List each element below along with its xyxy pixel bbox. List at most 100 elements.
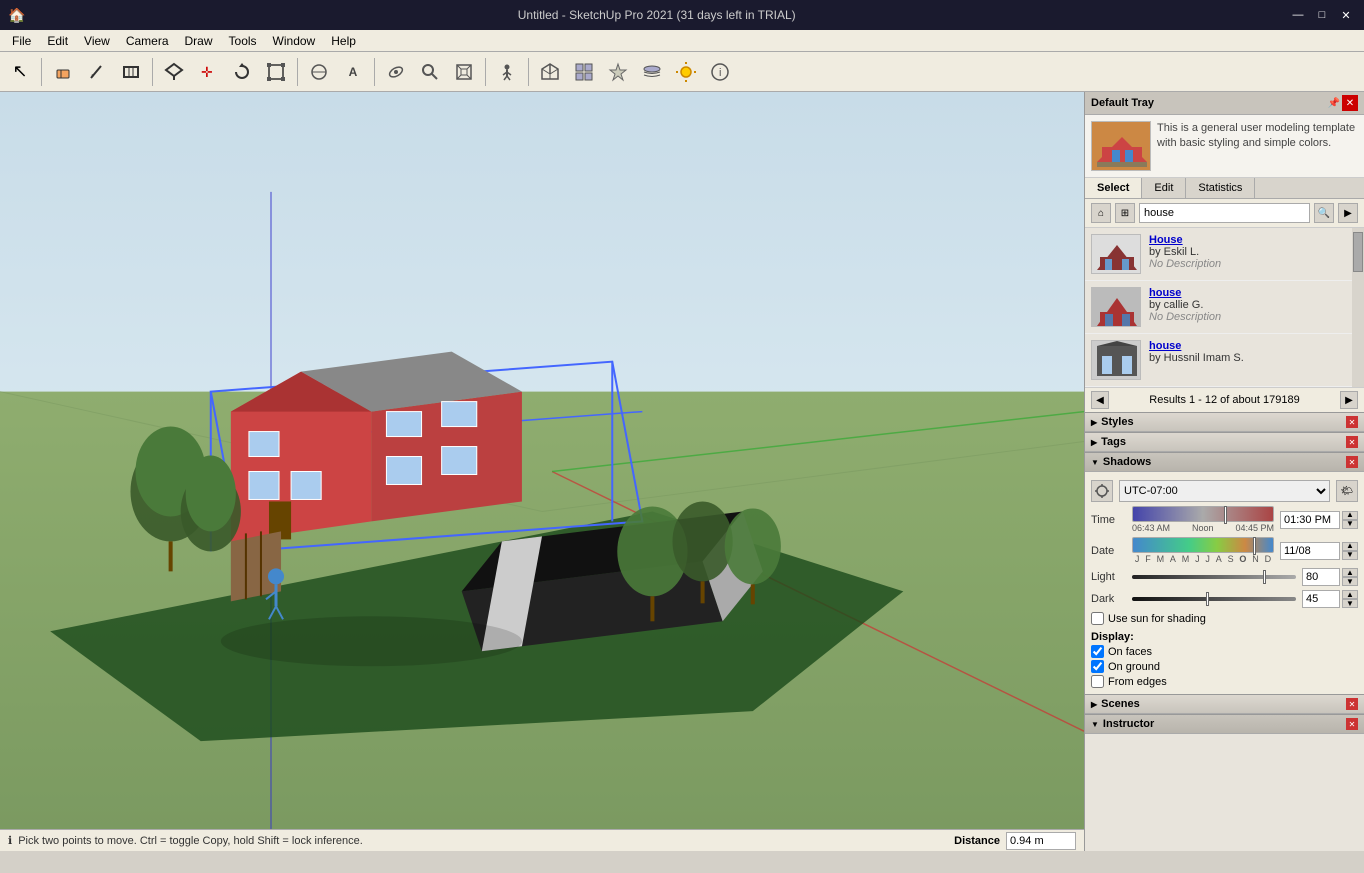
pin-button[interactable]: 📌 (1328, 95, 1340, 111)
light-input[interactable] (1302, 568, 1340, 586)
tool-select[interactable]: ↖ (4, 56, 36, 88)
scenes-header[interactable]: ▶ Scenes ✕ (1085, 695, 1364, 714)
menu-camera[interactable]: Camera (118, 32, 177, 50)
menu-tools[interactable]: Tools (221, 32, 265, 50)
date-slider-container: JFMAMJJASOND (1132, 537, 1274, 564)
date-slider[interactable] (1132, 537, 1274, 553)
light-slider-container (1132, 569, 1296, 585)
instructor-label: Instructor (1103, 718, 1154, 730)
distance-input[interactable] (1006, 832, 1076, 850)
tool-shadow[interactable] (670, 56, 702, 88)
tool-pushpull[interactable] (158, 56, 190, 88)
component-list-container: House by Eskil L. No Description (1085, 228, 1364, 387)
tool-scale[interactable] (260, 56, 292, 88)
date-input[interactable] (1280, 542, 1340, 560)
list-item[interactable]: House by Eskil L. No Description (1085, 228, 1352, 281)
scenes-close-button[interactable]: ✕ (1346, 698, 1358, 710)
menu-view[interactable]: View (76, 32, 118, 50)
light-up-button[interactable]: ▲ (1342, 568, 1358, 577)
close-button[interactable]: ✕ (1336, 5, 1356, 25)
list-scrollbar[interactable] (1352, 228, 1364, 387)
tool-pencil[interactable] (81, 56, 113, 88)
tool-text[interactable]: A (337, 56, 369, 88)
home-icon-button[interactable]: ⌂ (1091, 203, 1111, 223)
time-input[interactable] (1280, 511, 1340, 529)
instructor-arrow: ▼ (1091, 720, 1099, 729)
details-button[interactable]: ▶ (1338, 203, 1358, 223)
tool-layers[interactable] (636, 56, 668, 88)
item-name-3: house (1149, 340, 1244, 352)
tab-select[interactable]: Select (1085, 178, 1142, 198)
next-button[interactable]: ▶ (1340, 391, 1358, 409)
component-thumbnail (1091, 121, 1151, 171)
tool-entity-info[interactable]: i (704, 56, 736, 88)
tags-close-button[interactable]: ✕ (1346, 436, 1358, 448)
date-down-button[interactable]: ▼ (1342, 551, 1358, 560)
timezone-select[interactable]: UTC-07:00 UTC-08:00 UTC+00:00 (1119, 480, 1330, 502)
tool-components[interactable] (568, 56, 600, 88)
list-item[interactable]: house by callie G. No Description (1085, 281, 1352, 334)
tags-header[interactable]: ▶ Tags ✕ (1085, 433, 1364, 452)
tool-section[interactable] (534, 56, 566, 88)
from-edges-checkbox[interactable] (1091, 675, 1104, 688)
styles-arrow: ▶ (1091, 418, 1097, 427)
dark-input[interactable] (1302, 590, 1340, 608)
on-ground-checkbox[interactable] (1091, 660, 1104, 673)
tool-orbit[interactable] (380, 56, 412, 88)
dark-up-button[interactable]: ▲ (1342, 590, 1358, 599)
on-ground-label: On ground (1108, 661, 1160, 673)
tool-eraser[interactable] (47, 56, 79, 88)
shadows-close-button[interactable]: ✕ (1346, 456, 1358, 468)
tool-zoom[interactable] (414, 56, 446, 88)
prev-button[interactable]: ◀ (1091, 391, 1109, 409)
menu-window[interactable]: Window (265, 32, 324, 50)
maximize-button[interactable]: □ (1312, 5, 1332, 25)
tool-walkthrough[interactable] (491, 56, 523, 88)
shadow-settings-button[interactable]: 🌤 (1336, 480, 1358, 502)
list-item[interactable]: house by Hussnil Imam S. (1085, 334, 1352, 387)
light-slider[interactable] (1132, 575, 1296, 579)
light-row: Light ▲ ▼ (1091, 568, 1358, 586)
item-thumbnail-2 (1091, 287, 1141, 327)
dark-slider[interactable] (1132, 597, 1296, 601)
component-list: House by Eskil L. No Description (1085, 228, 1352, 387)
styles-header[interactable]: ▶ Styles ✕ (1085, 413, 1364, 432)
tool-move[interactable]: ✛ (192, 56, 224, 88)
tool-zoomextents[interactable] (448, 56, 480, 88)
menu-edit[interactable]: Edit (39, 32, 76, 50)
tool-tape[interactable] (303, 56, 335, 88)
shadows-label: Shadows (1103, 456, 1151, 468)
time-spinners: ▲ ▼ (1342, 511, 1358, 529)
minimize-button[interactable]: — (1288, 5, 1308, 25)
styles-close-button[interactable]: ✕ (1346, 416, 1358, 428)
light-down-button[interactable]: ▼ (1342, 577, 1358, 586)
3d-viewport[interactable]: ℹ Pick two points to move. Ctrl = toggle… (0, 92, 1084, 851)
menu-file[interactable]: File (4, 32, 39, 50)
light-input-group: ▲ ▼ (1302, 568, 1358, 586)
dark-down-button[interactable]: ▼ (1342, 599, 1358, 608)
tab-statistics[interactable]: Statistics (1186, 178, 1255, 198)
category-icon-button[interactable]: ⊞ (1115, 203, 1135, 223)
instructor-header[interactable]: ▼ Instructor ✕ (1085, 715, 1364, 734)
right-panel: Default Tray 📌 ✕ This is a general user … (1084, 92, 1364, 851)
date-input-group: ▲ ▼ (1280, 542, 1358, 560)
use-sun-checkbox[interactable] (1091, 612, 1104, 625)
tray-close-button[interactable]: ✕ (1342, 95, 1358, 111)
scrollbar-thumb[interactable] (1353, 232, 1363, 272)
tool-styles[interactable] (602, 56, 634, 88)
shadows-header[interactable]: ▼ Shadows ✕ (1085, 453, 1364, 472)
titlebar: 🏠 Untitled - SketchUp Pro 2021 (31 days … (0, 0, 1364, 30)
from-edges-label: From edges (1108, 676, 1167, 688)
tool-rotate[interactable] (226, 56, 258, 88)
tool-shape[interactable] (115, 56, 147, 88)
search-button[interactable]: 🔍 (1314, 203, 1334, 223)
on-faces-checkbox[interactable] (1091, 645, 1104, 658)
time-down-button[interactable]: ▼ (1342, 520, 1358, 529)
search-input[interactable] (1139, 203, 1310, 223)
menu-help[interactable]: Help (323, 32, 364, 50)
tab-edit[interactable]: Edit (1142, 178, 1186, 198)
menu-draw[interactable]: Draw (177, 32, 221, 50)
instructor-close-button[interactable]: ✕ (1346, 718, 1358, 730)
shadow-icon (1091, 480, 1113, 502)
time-slider[interactable] (1132, 506, 1274, 522)
